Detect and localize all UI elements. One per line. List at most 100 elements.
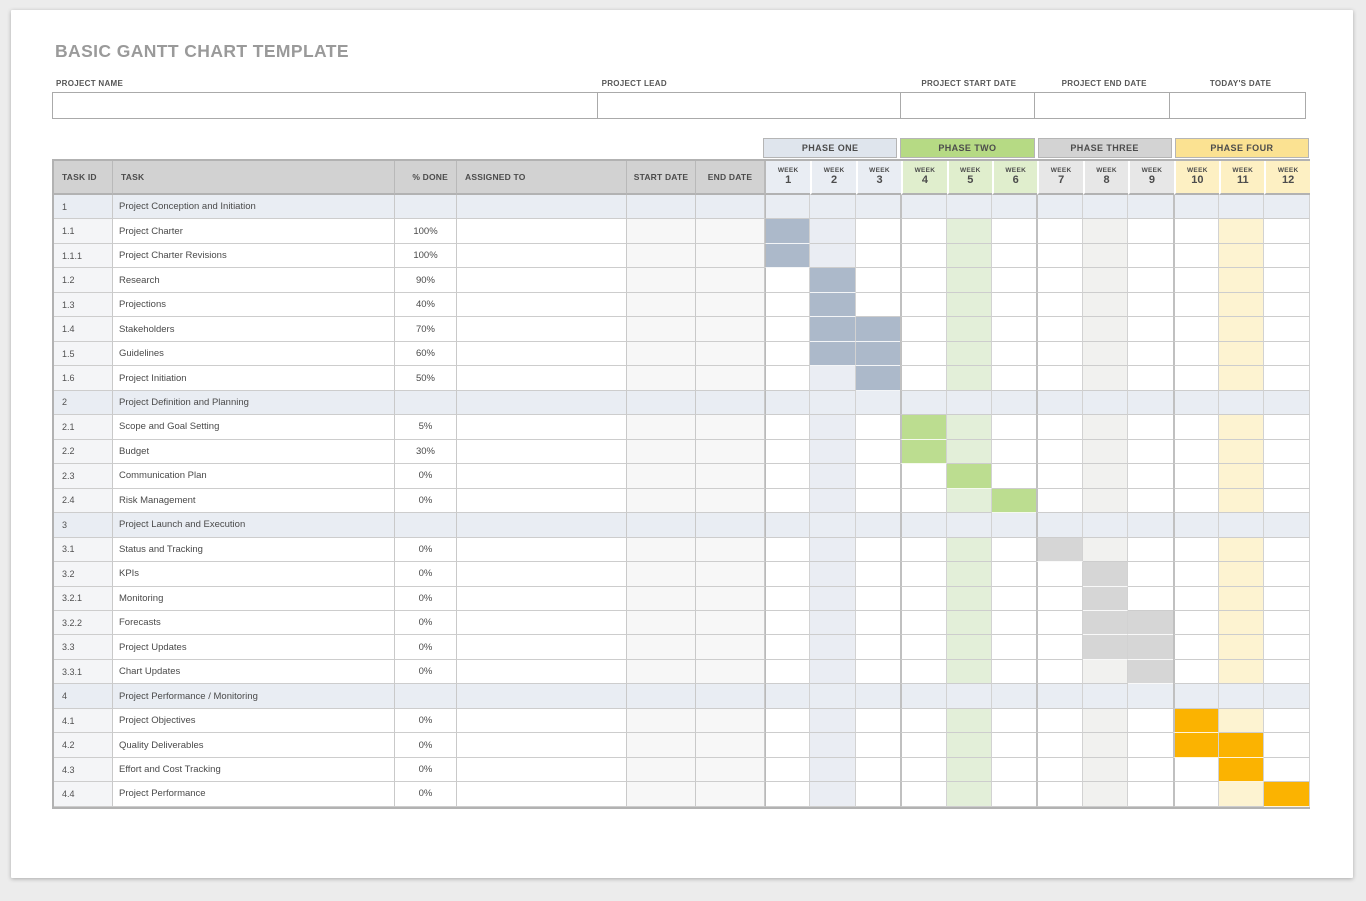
gantt-cell-week-4[interactable] — [900, 538, 946, 562]
start-date-cell[interactable] — [627, 758, 696, 782]
gantt-cell-week-3[interactable] — [856, 244, 901, 268]
percent-done-cell[interactable]: 0% — [395, 538, 457, 562]
gantt-cell-week-10[interactable] — [1173, 268, 1219, 292]
assigned-to-cell[interactable] — [457, 758, 627, 782]
start-date-cell[interactable] — [627, 415, 696, 439]
percent-done-cell[interactable]: 70% — [395, 317, 457, 341]
gantt-cell-week-5[interactable] — [947, 782, 992, 806]
percent-done-cell[interactable]: 40% — [395, 293, 457, 317]
gantt-cell-week-3[interactable] — [856, 587, 901, 611]
gantt-cell-week-3[interactable] — [856, 293, 901, 317]
gantt-cell-week-6[interactable] — [992, 758, 1037, 782]
todays-date-input[interactable] — [1170, 93, 1305, 118]
gantt-cell-week-10[interactable] — [1173, 366, 1219, 390]
task-id-cell[interactable]: 3.3.1 — [54, 660, 113, 684]
gantt-cell-week-12[interactable] — [1264, 709, 1309, 733]
task-name-cell[interactable]: Chart Updates — [113, 660, 395, 684]
gantt-cell-week-10[interactable] — [1173, 635, 1219, 659]
gantt-cell-week-11[interactable] — [1219, 562, 1264, 586]
gantt-bar-week-8[interactable] — [1083, 611, 1128, 635]
task-name-cell[interactable]: Project Launch and Execution — [113, 513, 395, 537]
gantt-cell-week-6[interactable] — [992, 440, 1037, 464]
assigned-to-cell[interactable] — [457, 709, 627, 733]
task-name-cell[interactable]: Status and Tracking — [113, 538, 395, 562]
percent-done-cell[interactable]: 50% — [395, 366, 457, 390]
gantt-cell-week-6[interactable] — [992, 464, 1037, 488]
task-id-cell[interactable]: 2.4 — [54, 489, 113, 513]
gantt-cell-week-11[interactable] — [1219, 660, 1264, 684]
gantt-cell-week-8[interactable] — [1083, 366, 1128, 390]
gantt-cell-week-7[interactable] — [1036, 440, 1082, 464]
gantt-cell-week-5[interactable] — [947, 611, 992, 635]
gantt-cell-week-12[interactable] — [1264, 587, 1309, 611]
gantt-cell-week-12[interactable] — [1264, 244, 1309, 268]
gantt-cell-week-7[interactable] — [1036, 513, 1082, 537]
gantt-cell-week-4[interactable] — [900, 587, 946, 611]
gantt-bar-week-9[interactable] — [1128, 660, 1173, 684]
gantt-cell-week-4[interactable] — [900, 709, 946, 733]
end-date-cell[interactable] — [696, 366, 765, 390]
gantt-cell-week-8[interactable] — [1083, 342, 1128, 366]
gantt-cell-week-9[interactable] — [1128, 733, 1173, 757]
assigned-to-cell[interactable] — [457, 195, 627, 219]
gantt-cell-week-4[interactable] — [900, 317, 946, 341]
task-name-cell[interactable]: Scope and Goal Setting — [113, 415, 395, 439]
gantt-cell-week-9[interactable] — [1128, 391, 1173, 415]
end-date-cell[interactable] — [696, 244, 765, 268]
gantt-cell-week-7[interactable] — [1036, 293, 1082, 317]
gantt-cell-week-4[interactable] — [900, 635, 946, 659]
start-date-cell[interactable] — [627, 317, 696, 341]
assigned-to-cell[interactable] — [457, 587, 627, 611]
task-id-cell[interactable]: 4.3 — [54, 758, 113, 782]
task-name-cell[interactable]: Research — [113, 268, 395, 292]
gantt-cell-week-4[interactable] — [900, 489, 946, 513]
assigned-to-cell[interactable] — [457, 513, 627, 537]
task-id-cell[interactable]: 3.1 — [54, 538, 113, 562]
gantt-cell-week-11[interactable] — [1219, 268, 1264, 292]
task-name-cell[interactable]: Risk Management — [113, 489, 395, 513]
gantt-cell-week-5[interactable] — [947, 342, 992, 366]
gantt-cell-week-4[interactable] — [900, 219, 946, 243]
gantt-bar-week-12[interactable] — [1264, 782, 1309, 806]
task-id-cell[interactable]: 2 — [54, 391, 113, 415]
gantt-cell-week-5[interactable] — [947, 562, 992, 586]
gantt-cell-week-7[interactable] — [1036, 635, 1082, 659]
gantt-cell-week-10[interactable] — [1173, 489, 1219, 513]
gantt-cell-week-2[interactable] — [810, 562, 855, 586]
percent-done-cell[interactable] — [395, 513, 457, 537]
start-date-cell[interactable] — [627, 489, 696, 513]
gantt-cell-week-5[interactable] — [947, 709, 992, 733]
gantt-cell-week-1[interactable] — [765, 513, 810, 537]
start-date-cell[interactable] — [627, 611, 696, 635]
gantt-cell-week-12[interactable] — [1264, 611, 1309, 635]
start-date-cell[interactable] — [627, 219, 696, 243]
gantt-cell-week-2[interactable] — [810, 244, 855, 268]
gantt-cell-week-8[interactable] — [1083, 195, 1128, 219]
end-date-cell[interactable] — [696, 489, 765, 513]
task-id-cell[interactable]: 1.1 — [54, 219, 113, 243]
gantt-cell-week-4[interactable] — [900, 513, 946, 537]
percent-done-cell[interactable]: 0% — [395, 464, 457, 488]
gantt-cell-week-2[interactable] — [810, 195, 855, 219]
gantt-cell-week-4[interactable] — [900, 342, 946, 366]
gantt-cell-week-3[interactable] — [856, 391, 901, 415]
gantt-cell-week-4[interactable] — [900, 268, 946, 292]
gantt-cell-week-9[interactable] — [1128, 782, 1173, 806]
gantt-cell-week-9[interactable] — [1128, 464, 1173, 488]
gantt-cell-week-11[interactable] — [1219, 244, 1264, 268]
task-name-cell[interactable]: Project Updates — [113, 635, 395, 659]
gantt-bar-week-2[interactable] — [810, 293, 855, 317]
gantt-cell-week-2[interactable] — [810, 538, 855, 562]
gantt-cell-week-5[interactable] — [947, 489, 992, 513]
start-date-cell[interactable] — [627, 513, 696, 537]
gantt-cell-week-3[interactable] — [856, 758, 901, 782]
percent-done-cell[interactable]: 0% — [395, 660, 457, 684]
gantt-cell-week-9[interactable] — [1128, 293, 1173, 317]
gantt-cell-week-5[interactable] — [947, 733, 992, 757]
gantt-cell-week-2[interactable] — [810, 635, 855, 659]
gantt-cell-week-1[interactable] — [765, 391, 810, 415]
gantt-cell-week-7[interactable] — [1036, 391, 1082, 415]
percent-done-cell[interactable]: 0% — [395, 635, 457, 659]
end-date-cell[interactable] — [696, 538, 765, 562]
end-date-cell[interactable] — [696, 660, 765, 684]
